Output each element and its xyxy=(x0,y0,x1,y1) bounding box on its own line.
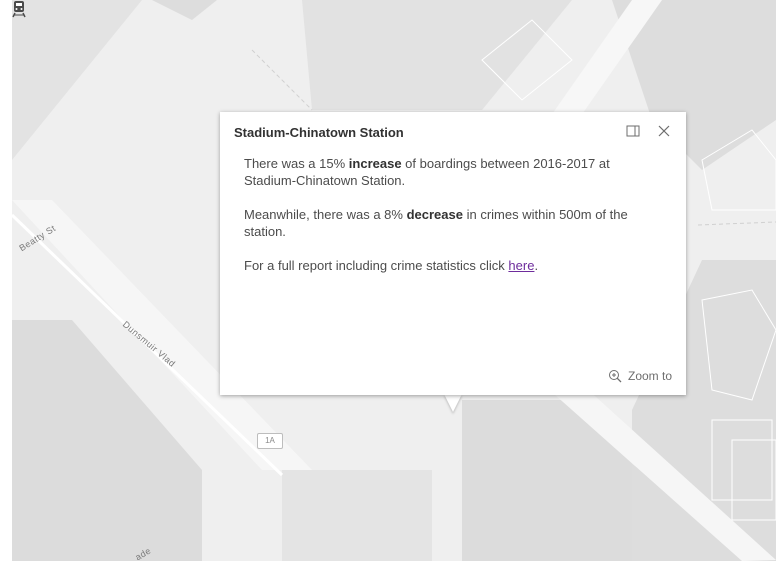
increase-emphasis: increase xyxy=(348,156,402,171)
zoom-to-label: Zoom to xyxy=(627,369,672,383)
popup-pointer xyxy=(444,394,462,412)
close-icon[interactable] xyxy=(656,123,672,139)
zoom-in-icon xyxy=(608,370,622,383)
decrease-emphasis: decrease xyxy=(406,207,463,222)
crimes-text-start: Meanwhile, there was a 8% xyxy=(244,207,407,222)
report-text-end: . xyxy=(534,258,539,273)
dock-icon[interactable] xyxy=(626,124,640,138)
route-shield: 1A xyxy=(257,433,283,449)
boardings-paragraph: There was a 15% increase of boardings be… xyxy=(244,155,664,189)
popup: Stadium-Chinatown Station There was a 15… xyxy=(220,112,686,395)
report-paragraph: For a full report including crime statis… xyxy=(244,257,664,274)
crimes-paragraph: Meanwhile, there was a 8% decrease in cr… xyxy=(244,206,664,240)
report-text-start: For a full report including crime statis… xyxy=(244,258,509,273)
train-icon[interactable] xyxy=(12,0,26,18)
boardings-text-start: There was a 15% xyxy=(244,156,349,171)
zoom-to-button[interactable]: Zoom to xyxy=(608,369,672,383)
report-link[interactable]: here xyxy=(508,258,534,273)
popup-content: There was a 15% increase of boardings be… xyxy=(244,155,664,291)
popup-title: Stadium-Chinatown Station xyxy=(234,125,404,140)
